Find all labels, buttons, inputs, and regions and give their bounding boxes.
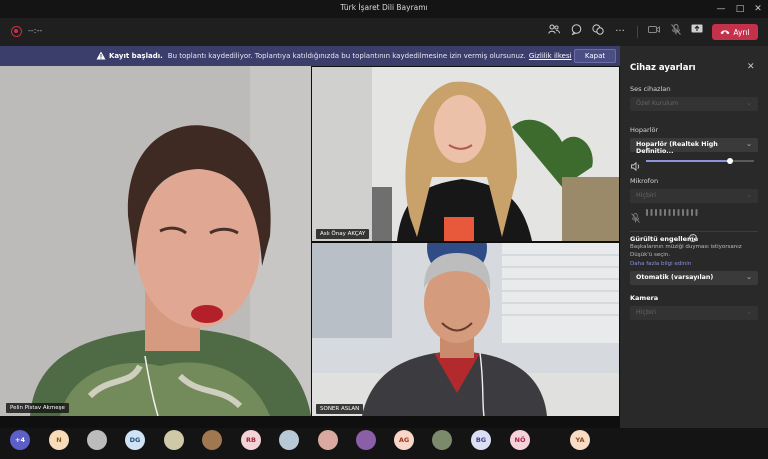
speaker-volume-slider[interactable] <box>646 158 754 164</box>
video-tile-asli[interactable]: Aslı Önay AKÇAY <box>312 67 619 241</box>
speaker-volume-thumb[interactable] <box>727 158 734 164</box>
participant-avatar[interactable] <box>432 430 452 450</box>
close-banner-button[interactable]: Kapat <box>574 49 616 63</box>
learn-more-link[interactable]: Daha fazla bilgi edinin <box>630 261 691 267</box>
warning-icon <box>96 51 106 61</box>
chevron-down-icon: ⌄ <box>746 99 752 107</box>
video-tile-soner[interactable]: SONER ASLAN <box>312 243 619 416</box>
participant-avatar[interactable] <box>356 430 376 450</box>
call-toolbar: --:-- ··· Ayrıl <box>0 18 768 46</box>
chevron-down-icon: ⌄ <box>746 191 752 199</box>
noise-suppression-value: Otomatik (varsayılan) <box>636 274 714 281</box>
noise-suppression-description: Başkalarının müziği duyması istiyorsanız… <box>630 244 742 258</box>
noise-suppression-label: Gürültü engelleme <box>630 235 699 243</box>
minimize-icon[interactable]: — <box>714 2 728 16</box>
camera-value: Hiçbiri <box>636 309 657 316</box>
close-panel-icon[interactable]: ✕ <box>747 62 755 72</box>
participant-name-tag: SONER ASLAN <box>316 404 364 414</box>
participant-name-tag: Pelin Pistav Akmeşe <box>6 403 69 413</box>
speaker-label: Hoparlör <box>630 126 659 134</box>
audio-devices-value: Özel Kurulum <box>636 100 679 107</box>
info-icon[interactable]: i <box>689 234 697 242</box>
microphone-label: Mikrofon <box>630 177 659 185</box>
reactions-icon[interactable] <box>590 24 606 40</box>
audio-devices-select[interactable]: Özel Kurulum ⌄ <box>630 97 758 111</box>
mic-level-meter <box>646 209 698 216</box>
share-screen-icon[interactable] <box>689 24 705 40</box>
title-bar: Türk İşaret Dili Bayramı — □ ✕ <box>0 0 768 18</box>
chevron-down-icon: ⌄ <box>746 273 752 281</box>
participant-avatar[interactable]: RB <box>241 430 261 450</box>
banner-message: Bu toplantı kaydediliyor. Toplantıya kat… <box>167 52 526 60</box>
call-timer: --:-- <box>28 26 43 35</box>
device-settings-panel: Cihaz ayarları ✕ Ses cihazları Özel Kuru… <box>620 46 768 428</box>
close-window-icon[interactable]: ✕ <box>751 2 765 16</box>
panel-title: Cihaz ayarları <box>630 63 696 73</box>
speaker-volume-fill <box>646 160 731 162</box>
microphone-select[interactable]: Hiçbiri ⌄ <box>630 189 758 203</box>
participant-avatar[interactable]: BG <box>471 430 491 450</box>
participant-video-feed <box>312 243 619 416</box>
window-title: Türk İşaret Dili Bayramı <box>340 3 428 12</box>
participant-video-feed <box>0 66 311 416</box>
chevron-down-icon: ⌄ <box>746 308 752 316</box>
audio-devices-label: Ses cihazları <box>630 85 671 93</box>
recording-icon <box>11 26 22 37</box>
leave-button[interactable]: Ayrıl <box>712 24 758 40</box>
volume-icon <box>631 156 641 172</box>
participant-video-feed <box>312 67 619 241</box>
participant-avatar[interactable]: N <box>49 430 69 450</box>
more-options-icon[interactable]: ··· <box>612 24 628 40</box>
participant-avatar[interactable] <box>87 430 107 450</box>
speaker-select[interactable]: Hoparlör (Realtek High Definitio... ⌄ <box>630 138 758 155</box>
leave-label: Ayrıl <box>733 27 750 37</box>
participant-avatar[interactable] <box>318 430 338 450</box>
mic-muted-icon <box>631 208 640 223</box>
participants-icon[interactable] <box>546 24 562 40</box>
panel-divider <box>630 231 758 232</box>
video-tile-pelin[interactable]: Pelin Pistav Akmeşe <box>0 66 311 416</box>
camera-label: Kamera <box>630 294 659 302</box>
mic-off-icon[interactable] <box>668 24 684 40</box>
toolbar-separator <box>637 26 638 38</box>
camera-off-icon[interactable] <box>646 24 662 40</box>
chat-icon[interactable] <box>568 24 584 40</box>
participant-avatar[interactable]: NÖ <box>510 430 530 450</box>
participant-avatar[interactable]: AG <box>394 430 414 450</box>
participant-avatar[interactable]: YA <box>570 430 590 450</box>
recording-banner: Kayıt başladı. Bu toplantı kaydediliyor.… <box>0 46 620 66</box>
microphone-value: Hiçbiri <box>636 192 657 199</box>
participant-avatar[interactable] <box>202 430 222 450</box>
noise-suppression-select[interactable]: Otomatik (varsayılan) ⌄ <box>630 271 758 285</box>
participant-name-tag: Aslı Önay AKÇAY <box>316 229 370 239</box>
participant-strip: +4 N DG RB AG BG NÖ YA <box>0 428 768 459</box>
maximize-icon[interactable]: □ <box>733 2 747 16</box>
chevron-down-icon: ⌄ <box>746 140 752 148</box>
participant-avatar[interactable] <box>164 430 184 450</box>
camera-select[interactable]: Hiçbiri ⌄ <box>630 306 758 320</box>
phone-hangup-icon <box>720 30 730 35</box>
banner-title: Kayıt başladı. <box>109 52 163 60</box>
participant-avatar[interactable] <box>279 430 299 450</box>
privacy-link[interactable]: Gizlilik ilkesi <box>529 52 572 60</box>
speaker-value: Hoparlör (Realtek High Definitio... <box>636 141 718 155</box>
more-participants-avatar[interactable]: +4 <box>10 430 30 450</box>
participant-avatar[interactable]: DG <box>125 430 145 450</box>
